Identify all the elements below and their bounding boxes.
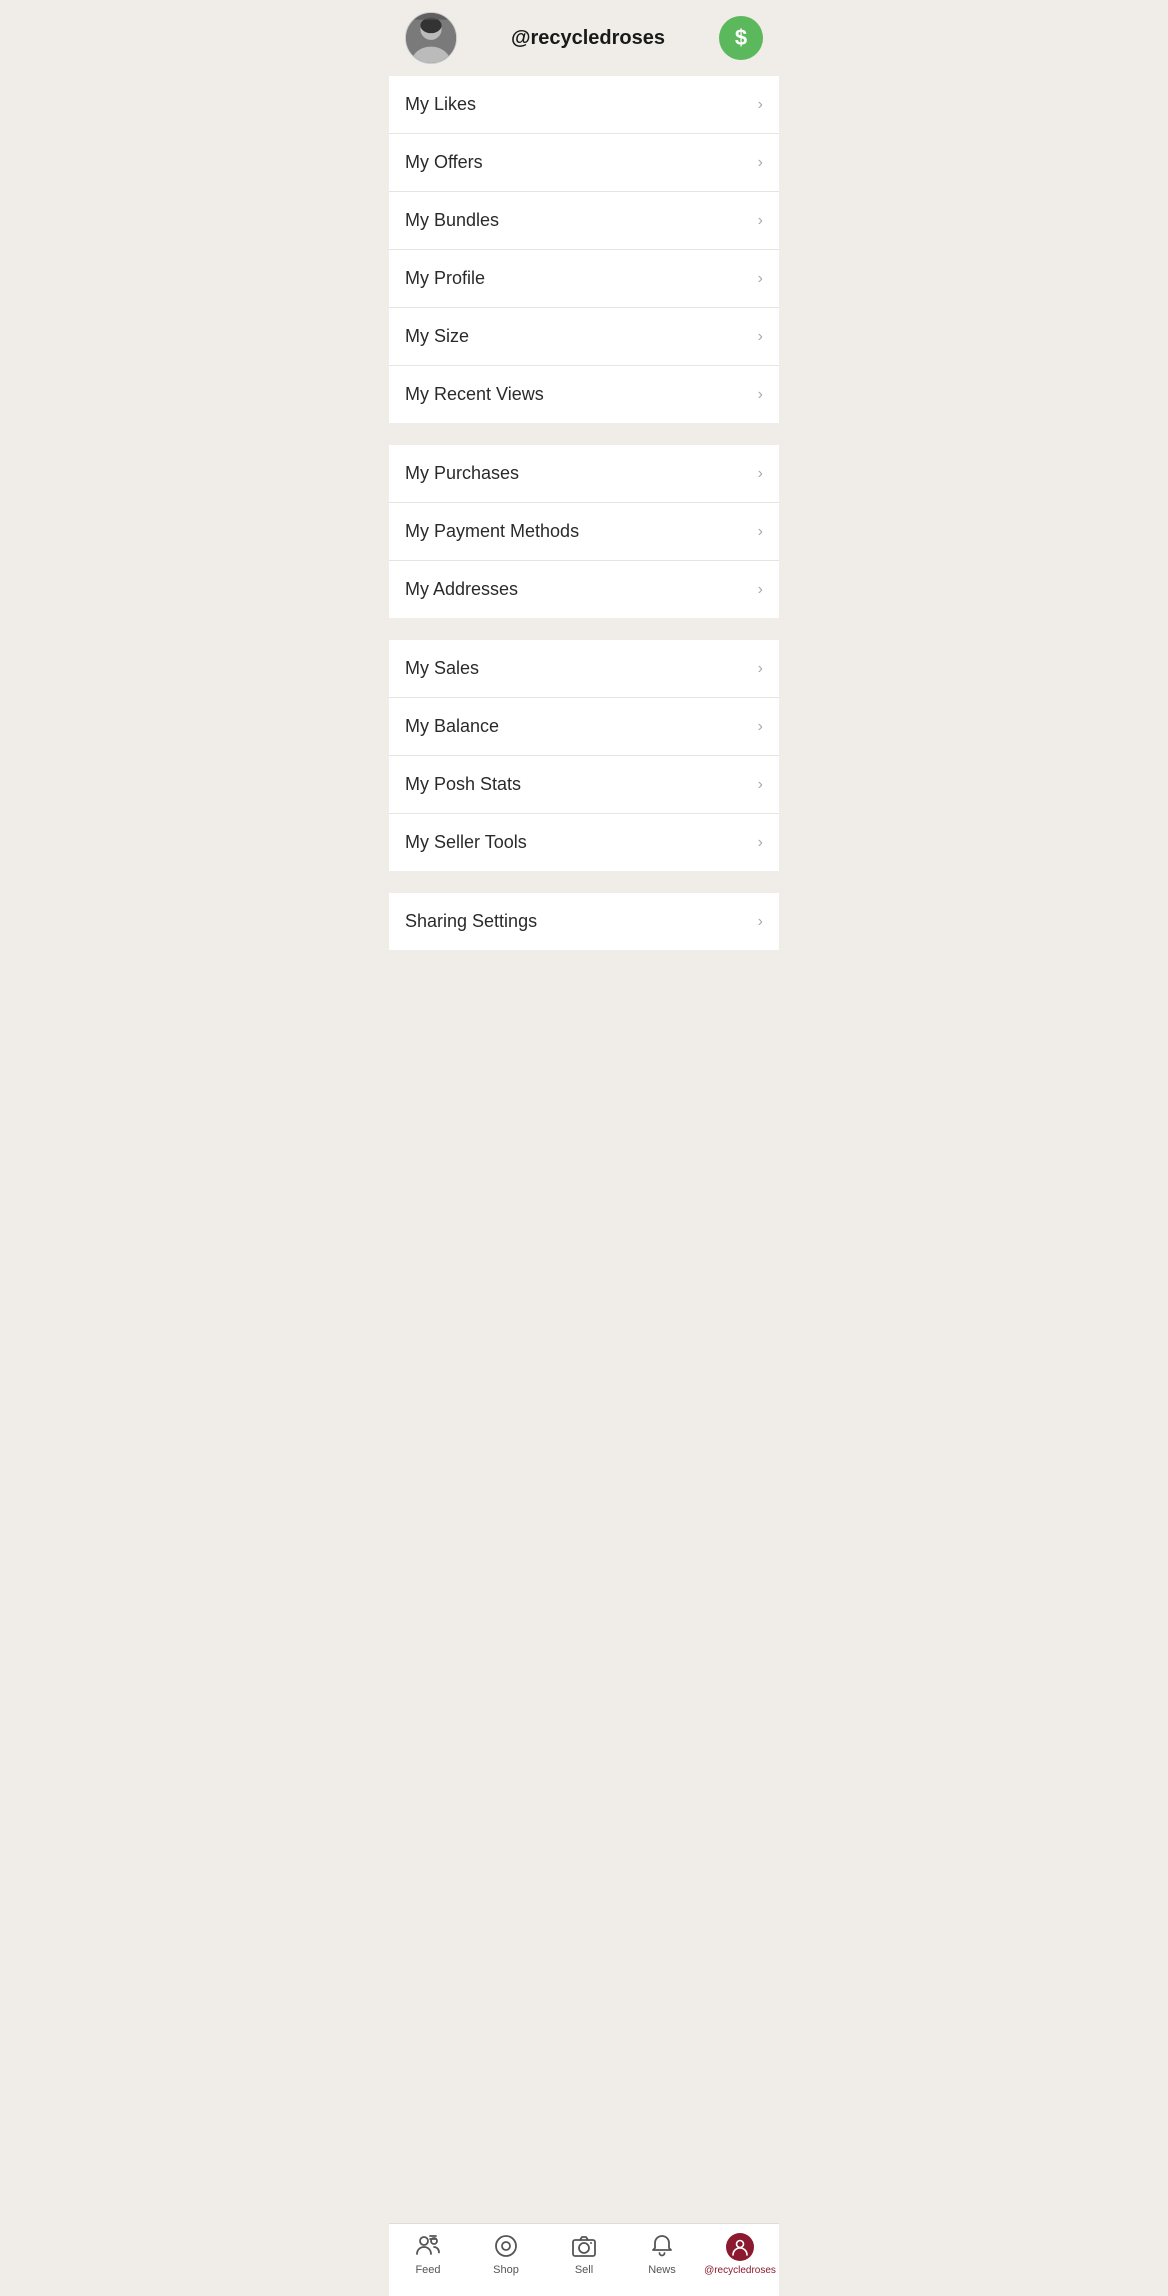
username-title: @recycledroses	[457, 27, 719, 50]
nav-item-shop[interactable]: Shop	[467, 2232, 545, 2276]
menu-item-my-purchases[interactable]: My Purchases ›	[389, 445, 779, 503]
menu-section-3: My Sales › My Balance › My Posh Stats › …	[389, 640, 779, 871]
menu-section-4: Sharing Settings ›	[389, 893, 779, 950]
bottom-navigation: Feed Shop Sell	[389, 2223, 779, 2296]
shop-icon	[492, 2232, 520, 2260]
chevron-icon: ›	[758, 96, 763, 114]
header: @recycledroses $	[389, 0, 779, 76]
news-icon	[648, 2232, 676, 2260]
dollar-badge[interactable]: $	[719, 16, 763, 60]
feed-label: Feed	[415, 2264, 440, 2276]
menu-item-my-bundles[interactable]: My Bundles ›	[389, 192, 779, 250]
nav-item-account[interactable]: @recycledroses	[701, 2233, 779, 2276]
menu-item-my-sales[interactable]: My Sales ›	[389, 640, 779, 698]
chevron-icon: ›	[758, 834, 763, 852]
chevron-icon: ›	[758, 212, 763, 230]
section-divider-3	[389, 871, 779, 893]
menu-item-my-posh-stats[interactable]: My Posh Stats ›	[389, 756, 779, 814]
menu-item-my-payment-methods[interactable]: My Payment Methods ›	[389, 503, 779, 561]
chevron-icon: ›	[758, 328, 763, 346]
chevron-icon: ›	[758, 154, 763, 172]
chevron-icon: ›	[758, 270, 763, 288]
chevron-icon: ›	[758, 386, 763, 404]
menu-item-my-profile[interactable]: My Profile ›	[389, 250, 779, 308]
chevron-icon: ›	[758, 581, 763, 599]
menu-section-2: My Purchases › My Payment Methods › My A…	[389, 445, 779, 618]
menu-item-my-balance[interactable]: My Balance ›	[389, 698, 779, 756]
section-divider-2	[389, 618, 779, 640]
chevron-icon: ›	[758, 718, 763, 736]
sell-icon	[570, 2232, 598, 2260]
chevron-icon: ›	[758, 660, 763, 678]
avatar[interactable]	[405, 12, 457, 64]
news-label: News	[648, 2264, 676, 2276]
chevron-icon: ›	[758, 465, 763, 483]
menu-item-my-likes[interactable]: My Likes ›	[389, 76, 779, 134]
section-divider-1	[389, 423, 779, 445]
menu-item-my-offers[interactable]: My Offers ›	[389, 134, 779, 192]
menu-item-my-recent-views[interactable]: My Recent Views ›	[389, 366, 779, 423]
menu-item-my-size[interactable]: My Size ›	[389, 308, 779, 366]
chevron-icon: ›	[758, 523, 763, 541]
menu-item-my-addresses[interactable]: My Addresses ›	[389, 561, 779, 618]
account-icon	[726, 2233, 754, 2261]
chevron-icon: ›	[758, 776, 763, 794]
chevron-icon: ›	[758, 913, 763, 931]
nav-item-sell[interactable]: Sell	[545, 2232, 623, 2276]
account-label: @recycledroses	[704, 2265, 776, 2276]
nav-avatar	[726, 2233, 754, 2261]
nav-item-news[interactable]: News	[623, 2232, 701, 2276]
menu-item-sharing-settings[interactable]: Sharing Settings ›	[389, 893, 779, 950]
menu-section-1: My Likes › My Offers › My Bundles › My P…	[389, 76, 779, 423]
nav-item-feed[interactable]: Feed	[389, 2232, 467, 2276]
bottom-spacer	[389, 950, 779, 1050]
feed-icon	[414, 2232, 442, 2260]
shop-label: Shop	[493, 2264, 519, 2276]
dollar-icon: $	[735, 25, 747, 51]
menu-item-my-seller-tools[interactable]: My Seller Tools ›	[389, 814, 779, 871]
sell-label: Sell	[575, 2264, 593, 2276]
